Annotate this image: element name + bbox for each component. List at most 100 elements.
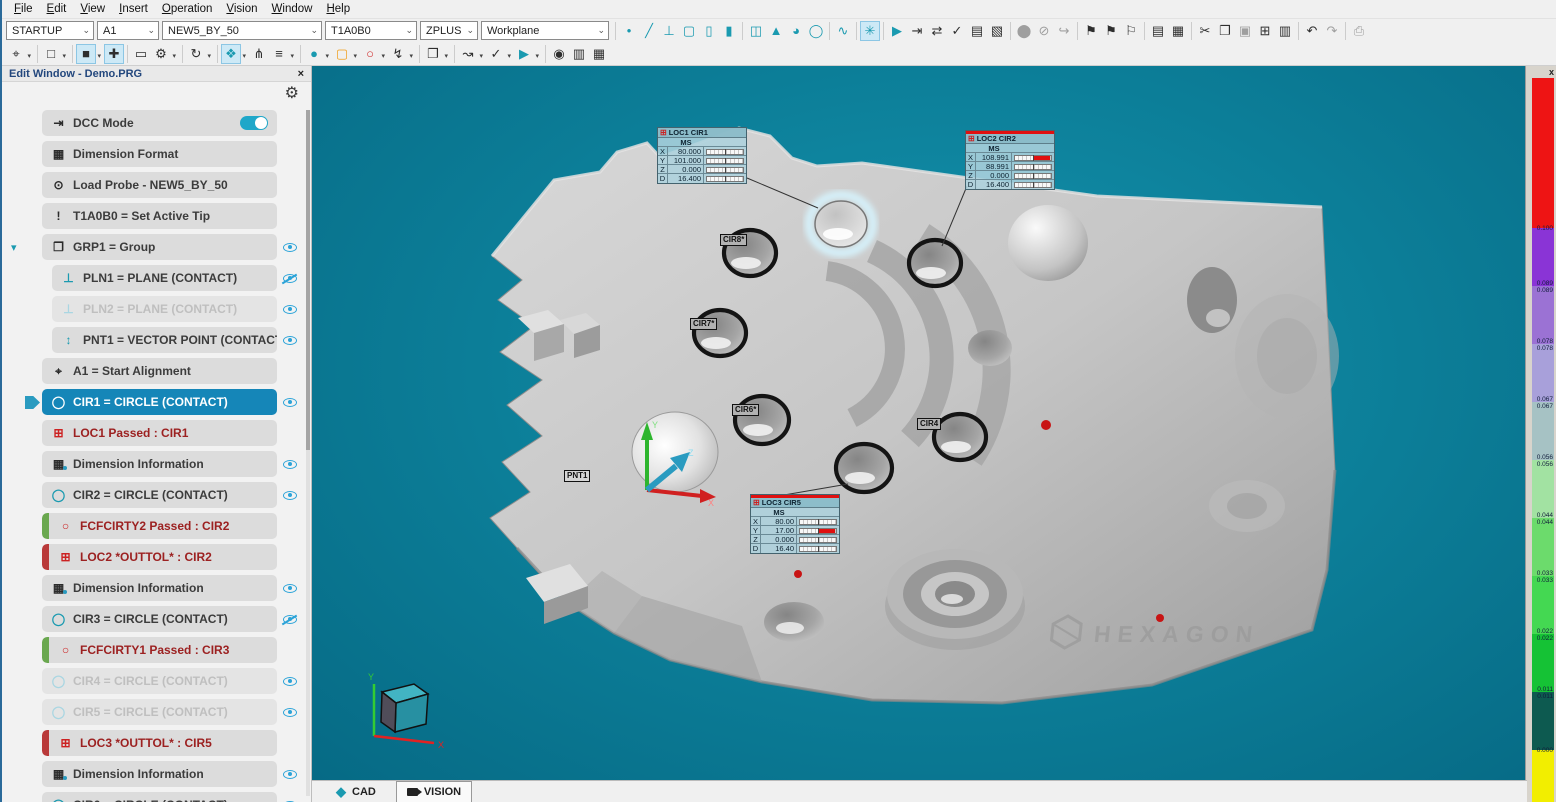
circle-feature-icon[interactable]: ▢ [679,21,699,41]
bookmark-insert-icon[interactable]: ⚑ [1101,21,1121,41]
stop-disabled-icon[interactable]: ⊘ [1034,21,1054,41]
command-dimension[interactable]: ▦Dimension Information [42,451,277,477]
command-cir2[interactable]: ◯CIR2 = CIRCLE (CONTACT) [42,482,277,508]
command-pnt1[interactable]: ↕PNT1 = VECTOR POINT (CONTACT) [52,327,277,353]
zoom-to-fit-icon[interactable]: ↯▾ [388,44,408,64]
eye-icon[interactable] [283,460,297,469]
command-loc1[interactable]: ⊞LOC1 Passed : CIR1 [42,420,277,446]
feature-label-cir8[interactable]: CIR8* [720,234,747,246]
eye-icon[interactable] [283,336,297,345]
command-cir1[interactable]: ◯CIR1 = CIRCLE (CONTACT) [42,389,277,415]
command-a1[interactable]: ⌖A1 = Start Alignment [42,358,277,384]
collision-check-icon[interactable]: ✓▾ [486,44,506,64]
continue-execution-icon[interactable]: ↪ [1054,21,1074,41]
report-template-icon[interactable]: ▦ [1168,21,1188,41]
path-branch-icon[interactable]: ⋔ [249,44,269,64]
eye-slash-icon[interactable] [283,274,297,283]
command-cir5[interactable]: ◯CIR5 = CIRCLE (CONTACT) [42,699,277,725]
pan-view-icon[interactable]: ✚ [104,44,124,64]
command-dcc[interactable]: ⇥DCC Mode [42,110,277,136]
menu-view[interactable]: View [74,2,111,16]
snapshot-camera-icon[interactable]: ◉ [549,44,569,64]
menu-window[interactable]: Window [266,2,319,16]
tab-vision[interactable]: VISION [396,781,472,802]
expand-caret-icon[interactable]: ▾ [11,241,17,254]
view-settings-icon[interactable]: ⚙▾ [151,44,171,64]
solid-view-icon[interactable]: ■▾ [76,44,96,64]
command-t1a0b0[interactable]: !T1A0B0 = Set Active Tip [42,203,277,229]
eye-icon[interactable] [283,770,297,779]
eye-icon[interactable] [283,584,297,593]
menu-help[interactable]: Help [320,2,356,16]
command-loc2[interactable]: ⊞LOC2 *OUTTOL* : CIR2 [42,544,277,570]
command-cir3[interactable]: ◯CIR3 = CIRCLE (CONTACT) [42,606,277,632]
eye-icon[interactable] [283,491,297,500]
close-icon[interactable]: x [1549,67,1554,77]
block-edit-icon[interactable]: ▧ [987,21,1007,41]
feature-label-cir6[interactable]: CIR6* [732,404,759,416]
command-loc3[interactable]: ⊞LOC3 *OUTTOL* : CIR5 [42,730,277,756]
menu-operation[interactable]: Operation [156,2,219,16]
probe-toggles-icon[interactable]: ❖▾ [221,44,241,64]
loc3-dimension-label[interactable]: ⊞LOC3 CIR5MSX80.00Y17.00Z0.000D16.40 [750,494,840,554]
close-icon[interactable]: × [298,68,304,80]
panel-scrollbar[interactable] [306,110,310,796]
menu-insert[interactable]: Insert [113,2,154,16]
mark-done-icon[interactable]: ✓ [947,21,967,41]
plane-feature-icon[interactable]: ⊥ [659,21,679,41]
curve-feature-icon[interactable]: ∿ [833,21,853,41]
menu-vision[interactable]: Vision [220,2,263,16]
workplane-label-dropdown[interactable]: Workplane⌄ [481,21,609,40]
feature-label-cir4[interactable]: CIR4 [917,418,941,430]
execute-routine-icon[interactable]: ▶ [887,21,907,41]
bookmark-remove-icon[interactable]: ⚐ [1121,21,1141,41]
command-dimension[interactable]: ▦Dimension Information [42,761,277,787]
report-window-icon[interactable]: ▥ [569,44,589,64]
scrollbar-thumb[interactable] [306,110,310,450]
paste-icon[interactable]: ▣ [1235,21,1255,41]
command-dimension[interactable]: ▦Dimension Information [42,575,277,601]
gage-rectangle-icon[interactable]: ▢▾ [332,44,352,64]
command-fcfcirty1[interactable]: ○FCFCIRTY1 Passed : CIR3 [42,637,277,663]
square-slot-feature-icon[interactable]: ▮ [719,21,739,41]
eye-slash-icon[interactable] [283,615,297,624]
tip-dropdown[interactable]: T1A0B0⌄ [325,21,417,40]
tab-cad[interactable]: ◆CAD [326,781,386,802]
line-feature-icon[interactable]: ╱ [639,21,659,41]
redo-icon[interactable]: ↷ [1322,21,1342,41]
eye-icon[interactable] [283,677,297,686]
alignment-dropdown[interactable]: A1⌄ [97,21,159,40]
auto-feature-icon[interactable]: ✳ [860,21,880,41]
gage-circle-icon[interactable]: ○▾ [360,44,380,64]
command-load[interactable]: ⊙Load Probe - NEW5_BY_50 [42,172,277,198]
rotate-view-icon[interactable]: ↻▾ [186,44,206,64]
eye-icon[interactable] [283,398,297,407]
eye-icon[interactable] [283,305,297,314]
annotation-icon[interactable]: ▭ [131,44,151,64]
routine-dropdown[interactable]: STARTUP⌄ [6,21,94,40]
torus-feature-icon[interactable]: ◯ [806,21,826,41]
loc2-dimension-label[interactable]: ⊞LOC2 CIR2MSX108.991Y88.991Z0.000D16.400 [965,130,1055,190]
cut-icon[interactable]: ✂ [1195,21,1215,41]
probe-dropdown[interactable]: NEW5_BY_50⌄ [162,21,322,40]
undo-icon[interactable]: ↶ [1302,21,1322,41]
sphere-feature-icon[interactable]: ◕ [786,21,806,41]
feature-list-icon[interactable]: ≡▾ [269,44,289,64]
copy-view-icon[interactable]: ❐▾ [423,44,443,64]
command-fcfcirty2[interactable]: ○FCFCIRTY2 Passed : CIR2 [42,513,277,539]
copy-icon[interactable]: ❐ [1215,21,1235,41]
command-cir6[interactable]: ◯CIR6 = CIRCLE (CONTACT) [42,792,277,802]
print-icon[interactable]: ⎙ [1349,21,1369,41]
bookmark-icon[interactable]: ⚑ [1081,21,1101,41]
round-slot-feature-icon[interactable]: ▯ [699,21,719,41]
summary-window-icon[interactable]: ▦ [589,44,609,64]
menu-file[interactable]: File [8,2,39,16]
command-cir4[interactable]: ◯CIR4 = CIRCLE (CONTACT) [42,668,277,694]
wireframe-view-icon[interactable]: □▾ [41,44,61,64]
cad-viewport[interactable]: HEXAGON Y X Z Y X [312,66,1527,780]
loc1-dimension-label[interactable]: ⊞LOC1 CIR1MSX80.000Y101.000Z0.000D16.400 [657,127,747,184]
measurement-path-icon[interactable]: ↝▾ [458,44,478,64]
command-grp1[interactable]: ❒GRP1 = Group [42,234,277,260]
command-pln1[interactable]: ⊥PLN1 = PLANE (CONTACT) [52,265,277,291]
report-view-icon[interactable]: ▤ [1148,21,1168,41]
